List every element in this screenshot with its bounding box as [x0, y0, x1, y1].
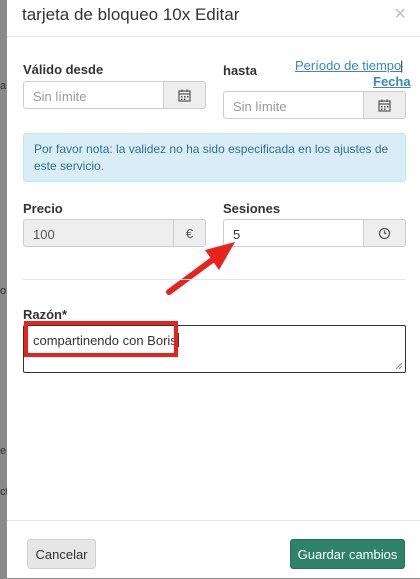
valid-to-input[interactable]: Sin límite [223, 91, 364, 119]
link-separator: | [400, 58, 404, 73]
background-fragment: o [0, 285, 7, 297]
modal-header: tarjeta de bloqueo 10x Editar × [7, 0, 420, 37]
annotation-arrow [166, 242, 235, 295]
valid-to-placeholder: Sin límite [233, 99, 287, 114]
validity-info-alert: Por favor nota: la validez no ha sido es… [23, 133, 406, 182]
price-input: 100 [23, 219, 175, 247]
valid-from-input[interactable]: Sin límite [23, 81, 165, 109]
price-value: 100 [33, 227, 55, 242]
valid-from-placeholder: Sin límite [33, 89, 87, 104]
valid-to-calendar-button[interactable] [363, 91, 406, 119]
date-link[interactable]: Fecha [373, 74, 411, 89]
modal-footer: Cancelar Guardar cambios [7, 520, 420, 579]
resize-handle-icon[interactable] [395, 362, 403, 370]
edit-card-modal: tarjeta de bloqueo 10x Editar × Válido d… [7, 0, 420, 578]
sessions-clock-addon[interactable] [363, 219, 406, 247]
clock-icon [378, 227, 391, 239]
background-fragment: e [0, 445, 7, 457]
valid-from-label: Válido desde [23, 62, 104, 77]
calendar-icon [178, 89, 191, 102]
period-link[interactable]: Período de tiempo [295, 58, 401, 73]
valid-from-calendar-button[interactable] [163, 81, 206, 109]
reason-label: Razón* [23, 307, 68, 322]
valid-to-label: hasta [223, 63, 257, 78]
save-changes-button[interactable]: Guardar cambios [290, 539, 405, 569]
calendar-icon [378, 99, 391, 112]
close-icon[interactable]: × [394, 4, 406, 24]
section-divider [23, 279, 406, 280]
background-fragment: a [0, 80, 7, 92]
sessions-label: Sesiones [223, 201, 281, 216]
price-label: Precio [23, 201, 63, 216]
cancel-button[interactable]: Cancelar [27, 539, 96, 569]
annotation-highlight-box [24, 321, 178, 357]
modal-title: tarjeta de bloqueo 10x Editar [22, 5, 240, 24]
